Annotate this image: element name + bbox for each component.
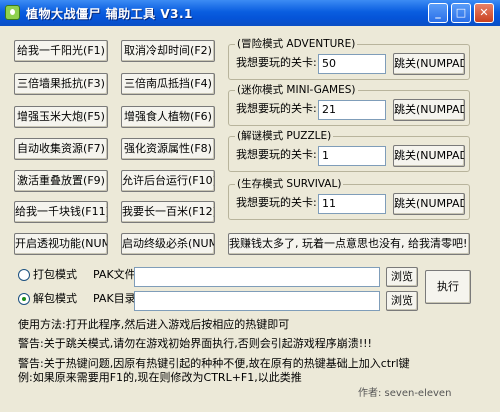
browse-file-button[interactable]: 浏览 <box>386 267 418 287</box>
warning-hotkey-example: 例:如果原来需要用F1的,现在则修改为CTRL+F1,以此类推 <box>18 371 302 384</box>
pak-file-input[interactable] <box>134 267 380 287</box>
ultimate-button[interactable]: 启动终级必杀(NUM0) <box>121 233 215 255</box>
background-run-button[interactable]: 允许后台运行(F10) <box>121 170 215 192</box>
boost-corn-button[interactable]: 增强玉米大炮(F5) <box>14 106 108 128</box>
free-place-button[interactable]: 激活重叠放置(F9) <box>14 170 108 192</box>
triple-wall-button[interactable]: 三倍墙果抵抗(F3) <box>14 73 108 95</box>
unpack-mode-radio[interactable] <box>18 293 30 305</box>
adventure-level-input[interactable]: 50 <box>318 54 386 74</box>
adventure-level-label: 我想要玩的关卡: <box>236 56 317 69</box>
usage-note: 使用方法:打开此程序,然后进入游戏后按相应的热键即可 <box>18 318 290 331</box>
reset-money-button[interactable]: 我赚钱太多了, 玩着一点意思也没有, 给我清零吧!!! <box>228 233 470 255</box>
auto-collect-button[interactable]: 自动收集资源(F7) <box>14 138 108 160</box>
warning-skip-note: 警告:关于跳关模式,请勿在游戏初始界面执行,否则会引起游戏程序崩溃!!! <box>18 337 372 350</box>
adventure-legend: (冒险模式 ADVENTURE) <box>235 37 358 51</box>
survival-jump-button[interactable]: 跳关(NUMPAD4) <box>393 193 465 215</box>
minimize-button[interactable]: _ <box>428 3 448 23</box>
minigames-jump-button[interactable]: 跳关(NUMPAD2) <box>393 99 465 121</box>
warning-hotkey-note: 警告:关于热键问题,因原有热键引起的种种不便,故在原有的热键基础上加入ctrl键 <box>18 357 410 370</box>
survival-level-label: 我想要玩的关卡: <box>236 196 317 209</box>
puzzle-jump-button[interactable]: 跳关(NUMPAD3) <box>393 145 465 167</box>
cancel-cooldown-button[interactable]: 取消冷却时间(F2) <box>121 40 215 62</box>
survival-level-input[interactable]: 11 <box>318 194 386 214</box>
window-title: 植物大战僵尸 辅助工具 V3.1 <box>26 7 193 21</box>
minigames-legend: (迷你模式 MINI-GAMES) <box>235 83 358 97</box>
unpack-mode-label: 解包模式 <box>33 292 77 305</box>
survival-legend: (生存模式 SURVIVAL) <box>235 177 344 191</box>
maximize-button[interactable]: □ <box>451 3 471 23</box>
pack-mode-radio[interactable] <box>18 269 30 281</box>
puzzle-level-label: 我想要玩的关卡: <box>236 148 317 161</box>
app-window: 植物大战僵尸 辅助工具 V3.1 _ □ ✕ 给我一千阳光(F1) 取消冷却时间… <box>0 0 500 412</box>
minigames-level-label: 我想要玩的关卡: <box>236 102 317 115</box>
execute-button[interactable]: 执行 <box>425 270 471 304</box>
pak-dir-input[interactable] <box>134 291 380 311</box>
puzzle-legend: (解谜模式 PUZZLE) <box>235 129 334 143</box>
boost-chomper-button[interactable]: 增强食人植物(F6) <box>121 106 215 128</box>
pack-mode-label: 打包模式 <box>33 268 77 281</box>
adventure-jump-button[interactable]: 跳关(NUMPAD1) <box>393 53 465 75</box>
pak-dir-label: PAK目录: <box>93 292 140 305</box>
app-icon <box>5 5 20 20</box>
boost-resources-button[interactable]: 强化资源属性(F8) <box>121 138 215 160</box>
close-button[interactable]: ✕ <box>474 3 494 23</box>
puzzle-level-input[interactable]: 1 <box>318 146 386 166</box>
xray-button[interactable]: 开启透视功能(NUM9) <box>14 233 108 255</box>
pak-file-label: PAK文件: <box>93 268 140 281</box>
author-credit: 作者: seven-eleven <box>358 388 452 399</box>
grow-tall-button[interactable]: 我要长一百米(F12) <box>121 201 215 223</box>
minigames-level-input[interactable]: 21 <box>318 100 386 120</box>
give-sun-button[interactable]: 给我一千阳光(F1) <box>14 40 108 62</box>
title-bar[interactable]: 植物大战僵尸 辅助工具 V3.1 _ □ ✕ <box>0 0 500 26</box>
triple-pumpkin-button[interactable]: 三倍南瓜抵挡(F4) <box>121 73 215 95</box>
browse-dir-button[interactable]: 浏览 <box>386 291 418 311</box>
give-money-button[interactable]: 给我一千块钱(F11) <box>14 201 108 223</box>
